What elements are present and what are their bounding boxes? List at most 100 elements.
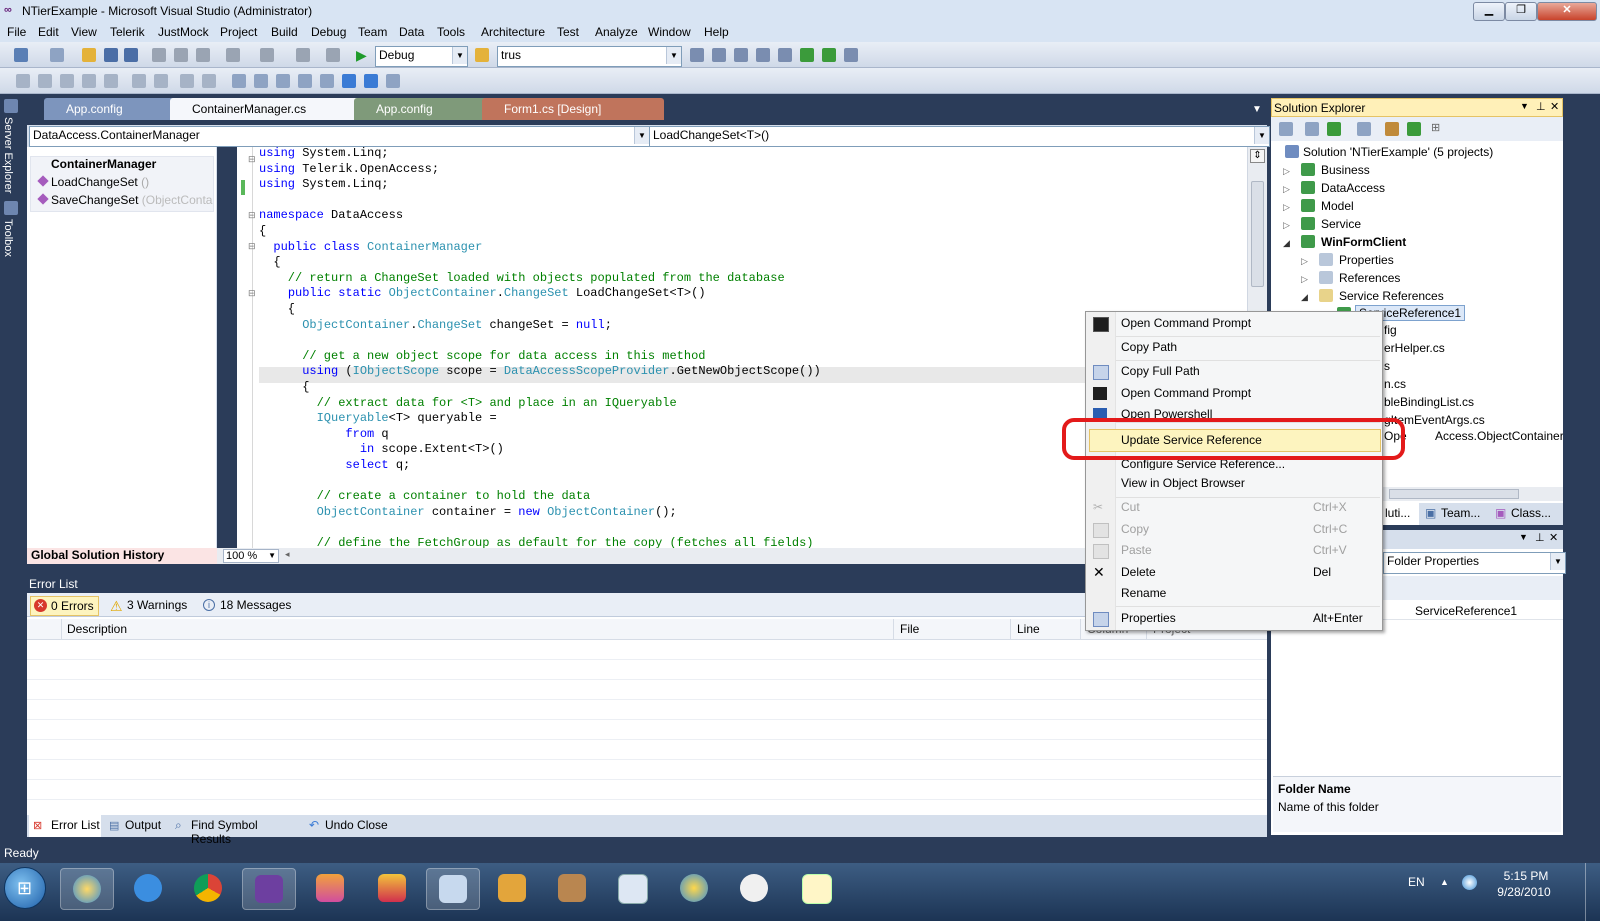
show-desktop-button[interactable] <box>1585 863 1600 921</box>
tree-node-partial[interactable]: fig <box>1384 323 1397 337</box>
menu-team[interactable]: Team <box>358 25 387 39</box>
save-icon[interactable] <box>104 48 118 62</box>
tab-app-config-1[interactable]: App.config <box>44 98 188 120</box>
tab-solution-explorer[interactable]: luti... <box>1383 503 1419 525</box>
menu-item-rename[interactable]: Rename <box>1087 583 1381 604</box>
paste-icon[interactable] <box>196 48 210 62</box>
tree-node-service-references[interactable]: Service References <box>1339 289 1444 303</box>
tree-node-service[interactable]: Service <box>1321 217 1361 231</box>
comment-lines-icon[interactable] <box>154 74 168 88</box>
pin-icon[interactable]: ⊥ <box>1536 100 1546 113</box>
properties-icon[interactable] <box>1279 122 1293 136</box>
navigate-back-icon[interactable] <box>296 48 310 62</box>
step-into-icon[interactable] <box>342 74 356 88</box>
menu-view[interactable]: View <box>71 25 97 39</box>
server-explorer-tab[interactable]: Server Explorer <box>2 117 14 193</box>
taskbar-app-visual-studio[interactable] <box>242 868 296 910</box>
tab-undo-close[interactable]: ↶ Undo Close <box>307 815 397 837</box>
solution-explorer-icon[interactable] <box>690 48 704 62</box>
parameter-info-icon[interactable] <box>38 74 52 88</box>
menu-edit[interactable]: Edit <box>38 25 59 39</box>
menu-item-configure-service-reference[interactable]: Configure Service Reference... <box>1087 460 1381 470</box>
tree-node-dataaccess[interactable]: DataAccess <box>1321 181 1385 195</box>
clock-date[interactable]: 9/28/2010 <box>1492 885 1556 899</box>
menu-tools[interactable]: Tools <box>437 25 465 39</box>
minimize-button[interactable]: ▁ <box>1473 2 1505 21</box>
view-designer-icon[interactable] <box>1385 122 1399 136</box>
tree-node-partial[interactable]: erHelper.cs <box>1384 341 1445 355</box>
taskbar-app-expression[interactable] <box>304 868 356 908</box>
clear-bookmarks-icon[interactable] <box>320 74 334 88</box>
outline-class-name[interactable]: ContainerManager <box>51 157 156 171</box>
menu-item-open-powershell[interactable]: Open Powershell <box>1087 404 1381 418</box>
scroll-left-icon[interactable]: ◂ <box>285 549 290 560</box>
tree-node-model[interactable]: Model <box>1321 199 1354 213</box>
menu-item-view-in-object-browser[interactable]: View in Object Browser <box>1087 473 1381 494</box>
menu-data[interactable]: Data <box>399 25 424 39</box>
clock-time[interactable]: 5:15 PM <box>1500 869 1552 883</box>
start-page-icon[interactable] <box>800 48 814 62</box>
menu-test[interactable]: Test <box>557 25 579 39</box>
menu-item-copy-path[interactable]: Copy Path <box>1087 337 1381 358</box>
taskbar-app-expression-2[interactable] <box>366 868 418 908</box>
copy-icon[interactable] <box>174 48 188 62</box>
toolbar-options-icon[interactable] <box>844 48 858 62</box>
menu-analyze[interactable]: Analyze <box>595 25 638 39</box>
taskbar-app-monitor[interactable] <box>606 868 658 908</box>
column-line[interactable]: Line <box>1017 622 1040 636</box>
taskbar-app-ie[interactable] <box>122 868 174 908</box>
tab-dropdown-icon[interactable]: ▼ <box>1252 104 1262 115</box>
taskbar-app-guitar[interactable] <box>546 868 598 908</box>
find-combo[interactable]: trus ▼ <box>497 46 682 67</box>
undo-icon[interactable] <box>226 48 240 62</box>
tab-error-list[interactable]: ⊠ Error List <box>29 815 101 837</box>
taskbar-app-notepad[interactable] <box>790 868 842 908</box>
expand-icon[interactable]: ▷ <box>1283 220 1290 231</box>
tab-find-symbol-results[interactable]: ⌕ Find Symbol Results <box>173 815 299 846</box>
new-project-icon[interactable] <box>14 48 28 62</box>
start-debugging-icon[interactable]: ▶ <box>356 48 370 62</box>
taskbar-app-safari[interactable] <box>60 868 114 910</box>
menu-item-copy[interactable]: Copy Ctrl+C <box>1087 519 1381 540</box>
pin-icon[interactable]: ⊥ <box>1535 531 1545 544</box>
scroll-thumb[interactable] <box>1251 181 1264 287</box>
collapse-icon[interactable]: ⊟ <box>248 288 256 299</box>
extension-manager-icon[interactable] <box>778 48 792 62</box>
navigate-forward-icon[interactable] <box>326 48 340 62</box>
column-description[interactable]: Description <box>67 622 127 636</box>
global-solution-history[interactable]: Global Solution History <box>27 548 217 564</box>
add-item-icon[interactable] <box>50 48 64 62</box>
menu-telerik[interactable]: Telerik <box>110 25 145 39</box>
menu-item-delete[interactable]: ✕ Delete Del <box>1087 562 1381 583</box>
class-diagram-icon[interactable] <box>1407 122 1421 136</box>
tree-horizontal-scrollbar[interactable] <box>1383 487 1563 501</box>
properties-window-icon[interactable] <box>712 48 726 62</box>
bookmark-next-icon[interactable] <box>254 74 268 88</box>
object-browser-icon[interactable] <box>734 48 748 62</box>
redo-icon[interactable] <box>260 48 274 62</box>
menu-help[interactable]: Help <box>704 25 729 39</box>
errors-filter-button[interactable]: ✕ 0 Errors <box>30 596 99 616</box>
tree-node-winformclient[interactable]: WinFormClient <box>1321 235 1406 249</box>
menu-item-properties[interactable]: Properties Alt+Enter <box>1087 608 1381 629</box>
types-combo[interactable]: DataAccess.ContainerManager ▼ <box>29 126 650 147</box>
close-pane-icon[interactable]: ✕ <box>1550 100 1559 113</box>
tab-form1-design[interactable]: Form1.cs [Design] <box>482 98 664 120</box>
properties-object-combo[interactable]: Folder Properties ▼ <box>1383 552 1566 574</box>
taskbar-app-tools[interactable] <box>426 868 480 910</box>
menu-justmock[interactable]: JustMock <box>158 25 209 39</box>
taskbar-app-powerpoint[interactable] <box>486 868 538 908</box>
menu-item-paste[interactable]: Paste Ctrl+V <box>1087 540 1381 561</box>
collapse-icon[interactable]: ⊟ <box>248 241 256 252</box>
window-position-icon[interactable]: ▼ <box>1519 532 1528 542</box>
collapse-icon[interactable]: ⊟ <box>248 154 256 165</box>
server-explorer-icon[interactable] <box>4 99 18 113</box>
tree-node-references[interactable]: References <box>1339 271 1400 285</box>
bookmark-next-folder-icon[interactable] <box>298 74 312 88</box>
tree-node-partial[interactable]: Access.ObjectContainer.datas <box>1435 429 1563 443</box>
expand-icon[interactable]: ▷ <box>1301 274 1308 285</box>
solution-configuration-combo[interactable]: Debug ▼ <box>375 46 468 67</box>
decrease-indent-icon[interactable] <box>104 74 118 88</box>
toolbox-tab-icon[interactable] <box>4 201 18 215</box>
menu-debug[interactable]: Debug <box>311 25 346 39</box>
